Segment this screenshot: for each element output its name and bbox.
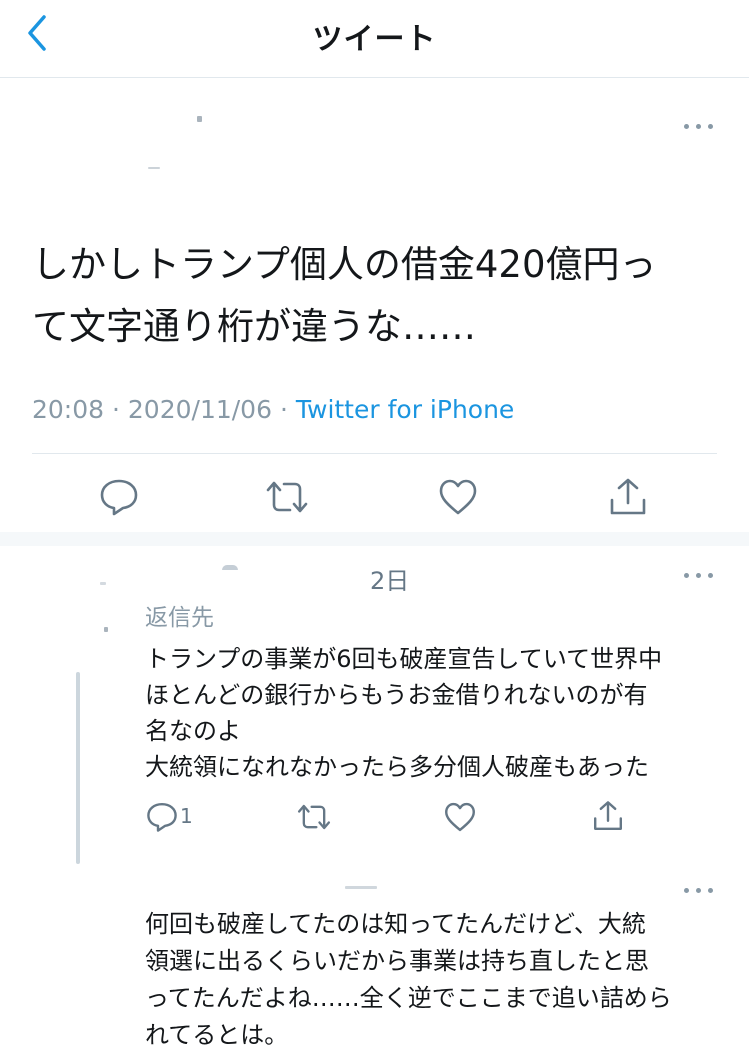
redacted-avatar-mark — [100, 582, 106, 585]
reply-button[interactable] — [98, 477, 140, 521]
like-icon — [439, 479, 477, 515]
like-button[interactable] — [443, 801, 477, 837]
share-icon — [594, 801, 622, 831]
tweet-source-link[interactable]: Twitter for iPhone — [296, 395, 514, 424]
reply-text-line: トランプの事業が6回も破産宣告していて世界中 — [145, 645, 663, 673]
page-title: ツイート — [312, 22, 437, 57]
reply-time: 2日 — [370, 567, 410, 595]
reply-text-line: 何回も破産してたのは知ってたんだけど、大統 — [145, 910, 646, 938]
tweet-text-line: しかしトランプ個人の借金420億円っ — [32, 243, 657, 286]
meta-separator: · — [279, 395, 288, 424]
reply-text-line: れてるとは。 — [145, 1021, 289, 1049]
divider — [32, 453, 717, 454]
reply-text-line: ってたんだよね……全く逆でここまで追い詰めら — [145, 984, 672, 1012]
meta-separator: · — [112, 395, 120, 424]
section-divider — [0, 532, 749, 546]
reply-text: トランプの事業が6回も破産宣告していて世界中 ほとんどの銀行からもうお金借りれな… — [145, 641, 725, 785]
reply-icon — [100, 479, 138, 516]
reply-text-line: ほとんどの銀行からもうお金借りれないのが有 — [145, 681, 648, 709]
reply-button[interactable] — [145, 801, 179, 837]
thread-line — [76, 672, 80, 864]
reply-icon — [147, 803, 177, 832]
tweet-time: 20:08 — [32, 395, 105, 424]
redacted-author-mark — [197, 116, 202, 122]
retweet-button[interactable] — [264, 478, 310, 520]
like-button[interactable] — [437, 478, 479, 520]
share-icon — [610, 478, 646, 515]
replying-to-label[interactable]: 返信先 — [145, 598, 214, 632]
reply-text-line: 名なのよ — [145, 717, 241, 745]
more-options-icon[interactable] — [684, 121, 718, 131]
share-button[interactable] — [592, 799, 624, 837]
redacted-avatar-mark — [104, 627, 108, 632]
redacted-handle-mark — [222, 565, 238, 570]
tweet-text-line: て文字通り桁が違うな…… — [32, 305, 476, 348]
header-bar: ツイート — [0, 0, 749, 78]
retweet-icon — [297, 804, 331, 830]
reply-text-line: 領選に出るくらいだから事業は持ち直したと思 — [145, 947, 649, 975]
tweet-text: しかしトランプ個人の借金420億円っ て文字通り桁が違うな…… — [32, 234, 712, 358]
reply-text-line: 大統領になれなかったら多分個人破産もあった — [145, 753, 649, 781]
like-icon — [445, 802, 475, 832]
more-options-icon[interactable] — [684, 885, 718, 895]
redacted-handle-mark — [345, 886, 377, 889]
reply-text: 何回も破産してたのは知ってたんだけど、大統 領選に出るくらいだから事業は持ち直し… — [145, 906, 725, 1054]
retweet-icon — [266, 481, 308, 513]
reply-count: 1 — [180, 804, 193, 828]
tweet-date: 2020/11/06 — [127, 395, 272, 424]
share-button[interactable] — [608, 476, 648, 522]
redacted-handle-mark — [148, 167, 160, 169]
retweet-button[interactable] — [296, 802, 332, 836]
more-options-icon[interactable] — [684, 570, 718, 580]
tweet-meta: 20:08 · 2020/11/06 · Twitter for iPhone — [32, 395, 514, 424]
